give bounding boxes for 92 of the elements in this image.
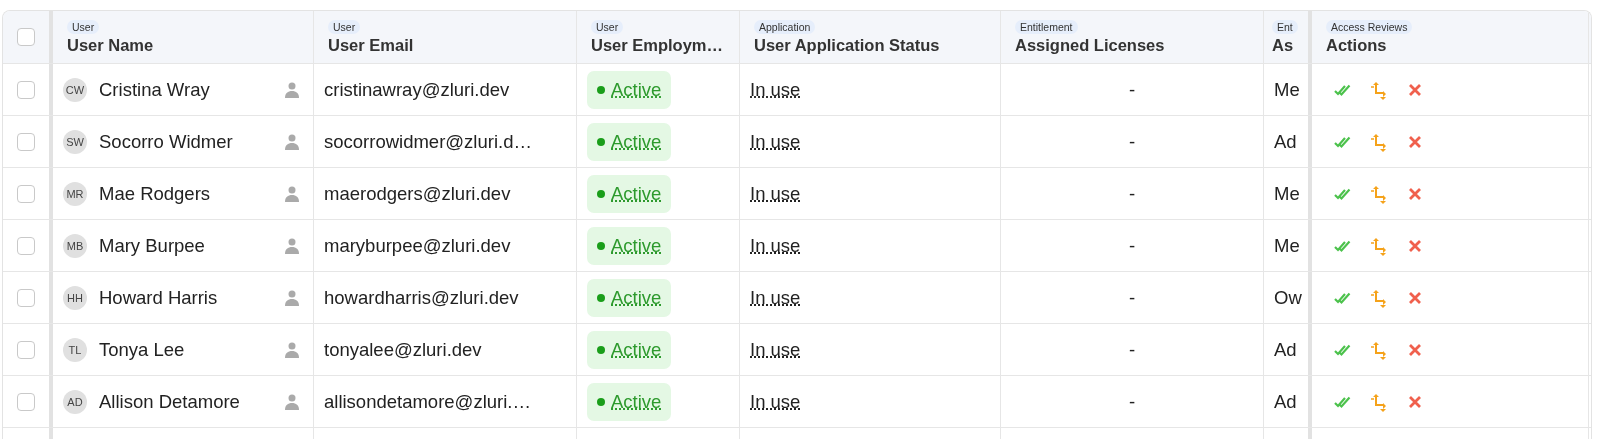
avatar: TL: [63, 337, 87, 362]
license-value: -: [1128, 130, 1136, 153]
license-value: -: [1128, 182, 1136, 205]
person-icon: [285, 133, 299, 150]
close-icon: [1408, 394, 1422, 409]
arrows-icon: [1371, 339, 1387, 360]
checkbox[interactable]: [17, 236, 35, 255]
user-name: Howard Harris: [99, 286, 219, 309]
person-icon: [285, 81, 299, 98]
double-check-icon: [1334, 238, 1352, 253]
arrows-icon: [1371, 391, 1387, 412]
double-check-icon: [1334, 82, 1352, 97]
user-email: tonyalee@zluri.dev: [324, 338, 482, 361]
user-email: socorrowidmer@zluri.d…: [324, 130, 532, 153]
avatar: HH: [63, 285, 87, 310]
app-status[interactable]: In use: [750, 390, 801, 413]
user-email: howardharris@zluri.dev: [324, 286, 519, 309]
user-name: Tonya Lee: [99, 338, 186, 361]
close-icon: [1408, 290, 1422, 305]
person-icon: [285, 341, 299, 358]
license-value: -: [1128, 338, 1136, 361]
person-icon: [285, 185, 299, 202]
double-check-icon: [1334, 394, 1352, 409]
checkbox[interactable]: [17, 80, 35, 99]
close-icon: [1408, 342, 1422, 357]
avatar: CW: [63, 77, 87, 102]
double-check-icon: [1334, 134, 1352, 149]
user-email: allisondetamore@zluri.…: [324, 390, 531, 413]
app-status[interactable]: In use: [750, 234, 801, 257]
user-name: Mae Rodgers: [99, 182, 212, 205]
checkbox[interactable]: [17, 340, 35, 359]
arrows-icon: [1371, 183, 1387, 204]
column-header[interactable]: User Email: [328, 35, 414, 55]
license-value: -: [1128, 390, 1136, 413]
arrows-icon: [1371, 287, 1387, 308]
user-name: Cristina Wray: [99, 78, 211, 101]
app-status[interactable]: In use: [750, 130, 801, 153]
person-icon: [285, 393, 299, 410]
category-tag: User: [328, 19, 361, 34]
close-icon: [1408, 186, 1422, 201]
checkbox[interactable]: [17, 392, 35, 411]
person-icon: [285, 237, 299, 254]
column-header[interactable]: Actions: [1326, 35, 1387, 55]
close-icon: [1408, 82, 1422, 97]
category-tag: Access Reviews: [1326, 19, 1413, 34]
license-value: -: [1128, 234, 1136, 257]
avatar: MB: [63, 233, 87, 258]
table-cell: Me: [1274, 182, 1300, 205]
column-header[interactable]: As: [1272, 35, 1294, 55]
license-value: -: [1128, 286, 1136, 309]
user-name: Allison Detamore: [99, 390, 241, 413]
license-value: -: [1128, 78, 1136, 101]
arrows-icon: [1371, 235, 1387, 256]
user-email: maerodgers@zluri.dev: [324, 182, 511, 205]
column-header[interactable]: User Application Status: [754, 35, 940, 55]
double-check-icon: [1334, 290, 1352, 305]
avatar: AD: [63, 389, 87, 414]
table-cell: Me: [1274, 78, 1300, 101]
person-icon: [285, 289, 299, 306]
column-header[interactable]: User Name: [67, 35, 154, 55]
app-status[interactable]: In use: [750, 338, 801, 361]
table-cell: Ad: [1274, 130, 1297, 153]
category-tag: User: [67, 19, 100, 34]
checkbox[interactable]: [17, 28, 35, 46]
arrows-icon: [1371, 131, 1387, 152]
checkbox[interactable]: [17, 184, 35, 203]
column-header[interactable]: User Employm…: [591, 35, 724, 55]
user-name: Mary Burpee: [99, 234, 206, 257]
category-tag: Ent: [1272, 19, 1298, 34]
category-tag: Application: [754, 19, 816, 34]
table-cell: Ow: [1274, 286, 1302, 309]
double-check-icon: [1334, 186, 1352, 201]
arrows-icon: [1371, 79, 1387, 100]
user-name: Socorro Widmer: [99, 130, 234, 153]
avatar: MR: [63, 181, 87, 206]
user-email: cristinawray@zluri.dev: [324, 78, 510, 101]
close-icon: [1408, 238, 1422, 253]
app-status[interactable]: In use: [750, 182, 801, 205]
table-cell: Me: [1274, 234, 1300, 257]
user-email: maryburpee@zluri.dev: [324, 234, 511, 257]
double-check-icon: [1334, 342, 1352, 357]
checkbox[interactable]: [17, 132, 35, 151]
column-header[interactable]: Assigned Licenses: [1015, 35, 1165, 55]
app-status[interactable]: In use: [750, 286, 801, 309]
category-tag: Entitlement: [1015, 19, 1078, 34]
table-cell: Ad: [1274, 390, 1297, 413]
app-status[interactable]: In use: [750, 78, 801, 101]
close-icon: [1408, 134, 1422, 149]
table-cell: Ad: [1274, 338, 1297, 361]
checkbox[interactable]: [17, 288, 35, 307]
avatar: SW: [63, 129, 87, 154]
category-tag: User: [591, 19, 624, 34]
